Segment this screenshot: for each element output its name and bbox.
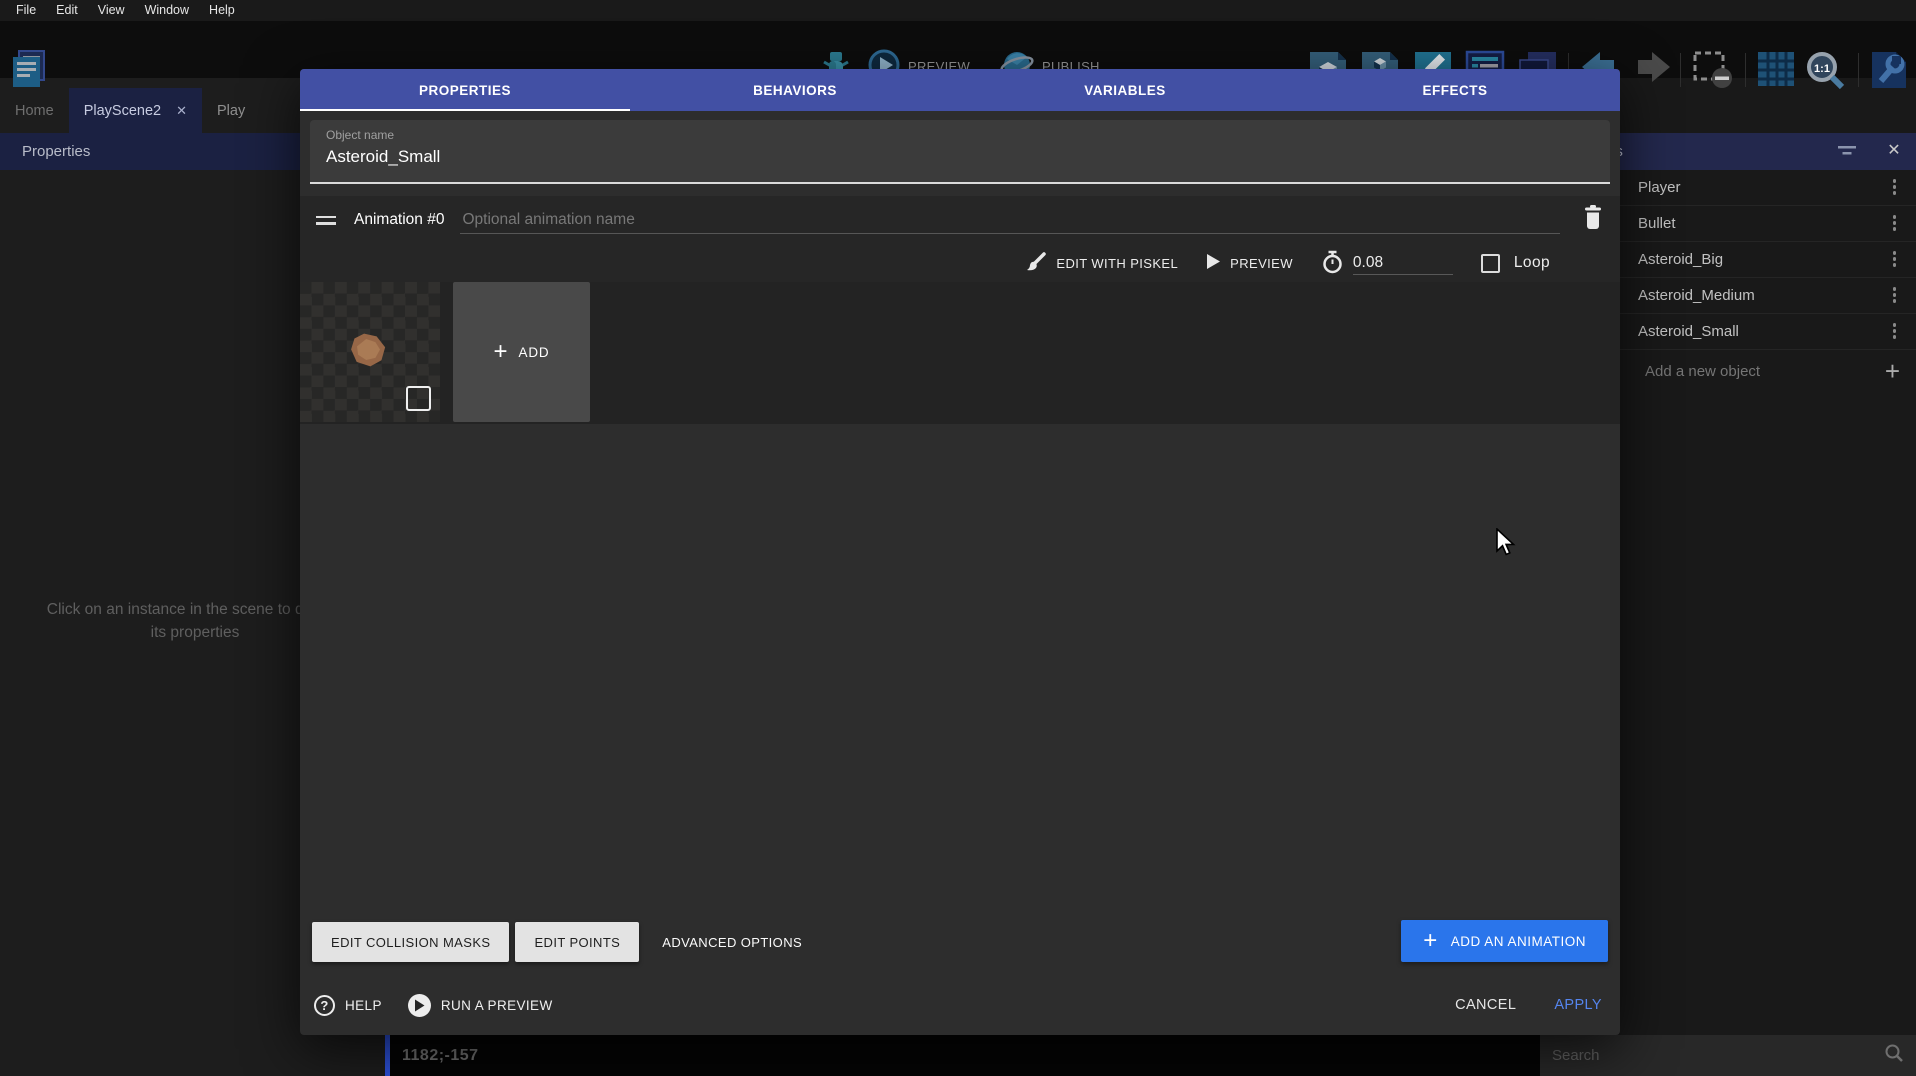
tools-icon[interactable] (1868, 50, 1910, 95)
scene-status-bar: 1182;-157 (385, 1035, 1540, 1076)
run-a-preview-button[interactable]: RUN A PREVIEW (408, 994, 553, 1017)
menu-help[interactable]: Help (199, 0, 245, 21)
clear-selection-icon[interactable] (1692, 50, 1736, 95)
animation-actions-row: EDIT WITH PISKEL PREVIEW (300, 244, 1620, 282)
object-name-label: Object name (326, 128, 1594, 142)
toolbar-separator (1858, 53, 1859, 87)
play-icon (1206, 253, 1221, 273)
cancel-button[interactable]: CANCEL (1455, 997, 1516, 1013)
filter-icon[interactable] (1836, 144, 1858, 163)
apply-button[interactable]: APPLY (1554, 997, 1602, 1013)
advanced-options-button[interactable]: ADVANCED OPTIONS (645, 922, 819, 962)
dialog-footer-buttons: EDIT COLLISION MASKS EDIT POINTS ADVANCE… (312, 922, 819, 962)
edit-points-button[interactable]: EDIT POINTS (515, 922, 639, 962)
tab-play-partial[interactable]: Play (202, 88, 260, 133)
dialog-tab-variables[interactable]: VARIABLES (960, 69, 1290, 111)
brush-icon (1025, 251, 1047, 276)
redo-icon[interactable] (1630, 50, 1672, 93)
menu-window[interactable]: Window (135, 0, 199, 21)
object-menu-icon[interactable] (1893, 251, 1897, 267)
loop-toggle[interactable]: Loop (1481, 254, 1550, 273)
run-preview-play-icon (408, 994, 431, 1017)
zoom-ratio-label: 1:1 (1814, 63, 1830, 75)
gdevelop-window: File Edit View Window Help (0, 0, 1916, 1076)
properties-panel-title: Properties (22, 143, 90, 160)
asteroid-sprite (350, 333, 387, 367)
toolbar-separator (1745, 53, 1746, 87)
menu-file[interactable]: File (6, 0, 46, 21)
time-between-frames-input[interactable] (1353, 252, 1453, 275)
preview-animation-button[interactable]: PREVIEW (1206, 253, 1293, 273)
objects-search-bar (1540, 1035, 1916, 1076)
object-menu-icon[interactable] (1893, 323, 1897, 339)
object-menu-icon[interactable] (1893, 287, 1897, 303)
dialog-tab-behaviors[interactable]: BEHAVIORS (630, 69, 960, 111)
stopwatch-icon (1321, 250, 1344, 277)
tab-playscene2[interactable]: PlayScene2 ✕ (69, 88, 202, 133)
loop-label: Loop (1514, 254, 1550, 272)
search-icon (1884, 1043, 1904, 1068)
plus-icon: + (494, 340, 508, 364)
object-editor-dialog: PROPERTIES BEHAVIORS VARIABLES EFFECTS O… (300, 69, 1620, 1035)
animation-frames-strip: + ADD (300, 282, 1620, 424)
tab-close-icon[interactable]: ✕ (176, 103, 187, 119)
animation-card: Animation #0 (300, 196, 1620, 424)
object-name-field: Object name (310, 120, 1610, 184)
project-manager-icon[interactable] (8, 46, 48, 97)
drag-handle-icon[interactable] (316, 212, 336, 229)
cursor-coordinates: 1182;-157 (402, 1047, 479, 1065)
add-object-plus-icon[interactable]: + (1885, 356, 1900, 387)
animation-name-input[interactable] (460, 207, 1560, 234)
help-icon: ? (314, 995, 335, 1016)
animation-title: Animation #0 (354, 211, 444, 229)
object-menu-icon[interactable] (1893, 179, 1897, 195)
add-an-animation-button[interactable]: + ADD AN ANIMATION (1401, 920, 1608, 962)
delete-animation-trash-icon[interactable] (1582, 204, 1604, 236)
frame-thumbnail[interactable] (300, 282, 440, 422)
help-button[interactable]: ? HELP (314, 995, 382, 1016)
plus-icon: + (1423, 929, 1438, 953)
add-frame-button[interactable]: + ADD (453, 282, 590, 422)
object-name-input[interactable] (326, 147, 1594, 167)
grid-icon[interactable] (1756, 50, 1796, 93)
menu-bar: File Edit View Window Help (0, 0, 1916, 21)
toolbar-separator (1680, 53, 1681, 87)
objects-search-input[interactable] (1552, 1047, 1884, 1064)
zoom-original-icon[interactable]: 1:1 (1802, 50, 1848, 97)
time-between-frames-field (1321, 250, 1453, 277)
edit-collision-masks-button[interactable]: EDIT COLLISION MASKS (312, 922, 509, 962)
dialog-bottom-bar: ? HELP RUN A PREVIEW CANCEL APPLY (314, 991, 1602, 1019)
edit-with-piskel-button[interactable]: EDIT WITH PISKEL (1025, 251, 1178, 276)
dialog-tab-bar: PROPERTIES BEHAVIORS VARIABLES EFFECTS (300, 69, 1620, 111)
objects-panel-close-icon[interactable]: ✕ (1882, 140, 1906, 160)
menu-view[interactable]: View (88, 0, 135, 21)
object-menu-icon[interactable] (1893, 215, 1897, 231)
frame-select-checkbox[interactable] (406, 386, 431, 411)
mouse-cursor (1496, 528, 1518, 563)
menu-edit[interactable]: Edit (46, 0, 88, 21)
dialog-tab-properties[interactable]: PROPERTIES (300, 69, 630, 111)
loop-checkbox[interactable] (1481, 254, 1500, 273)
animation-header: Animation #0 (300, 196, 1620, 244)
dialog-tab-effects[interactable]: EFFECTS (1290, 69, 1620, 111)
